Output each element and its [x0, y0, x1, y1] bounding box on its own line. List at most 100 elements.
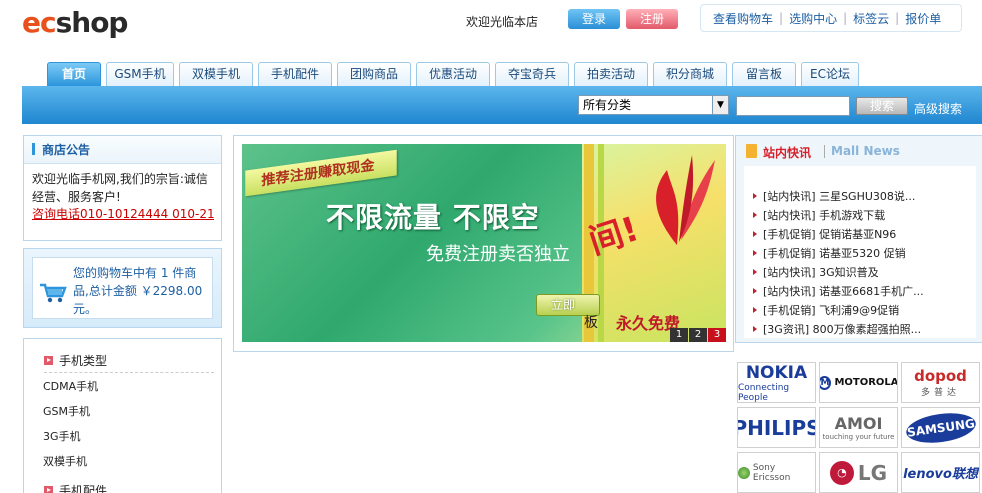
login-button[interactable]: 登录 [568, 9, 620, 29]
news-item-text: [手机促销] 飞利浦9@9促销 [763, 304, 900, 317]
banner-page-3[interactable]: 3 [708, 328, 726, 342]
category-select[interactable]: 所有分类 ▼ [578, 95, 729, 115]
arrow-right-icon [44, 356, 53, 365]
news-item-text: [手机促销] 诺基亚5320 促销 [763, 247, 906, 260]
quote-link[interactable]: 报价单 [905, 10, 941, 27]
brand-amoi-text: AMOI [834, 414, 883, 433]
news-item-text: [站内快讯] 诺基亚6681手机广... [763, 285, 924, 298]
page: ecshop 欢迎光临本店 登录 注册 查看购物车 | 选购中心 | 标签云 | 报价… [0, 0, 982, 493]
tag-cloud-link[interactable]: 标签云 [853, 10, 889, 27]
arrow-right-icon [753, 269, 757, 275]
banner-pager: 1 2 3 [669, 328, 726, 342]
cart-summary[interactable]: 您的购物车中有 1 件商品,总计金额 ￥2298.00元。 [32, 257, 213, 319]
banner-box: 推荐注册赚取现金 不限流量 不限空 免费注册卖否独立 间! 立即 板 永久免费 … [233, 135, 734, 352]
brand-lenovo-name: lenovo联想 [903, 467, 978, 482]
site-logo[interactable]: ecshop [22, 6, 129, 39]
arrow-right-icon [44, 486, 53, 493]
arrow-right-icon [753, 326, 757, 332]
news-item[interactable]: [站内快讯] 3G知识普及 [753, 264, 879, 280]
search-button[interactable]: 搜索 [856, 97, 908, 115]
brand-lg-name: LG [857, 460, 888, 485]
brand-nokia-slogan: Connecting People [738, 382, 790, 403]
category-item[interactable]: GSM手机 [43, 403, 90, 419]
cart-box: 您的购物车中有 1 件商品,总计金额 ￥2298.00元。 [23, 248, 222, 328]
banner-text-ban: 板 [584, 315, 598, 331]
news-item-text: [站内快讯] 三星SGHU308说... [763, 190, 916, 203]
brand-nokia-name: NOKIA [745, 362, 808, 383]
brand-philips[interactable]: PHILIPS [737, 407, 816, 448]
tab-dual-mode[interactable]: 双模手机 [179, 62, 253, 86]
news-item-text: [手机促销] 促销诺基亚N96 [763, 228, 897, 241]
notice-title-text: 商店公告 [42, 143, 91, 157]
news-icon [746, 144, 757, 158]
search-input[interactable] [736, 96, 850, 116]
shopping-cart-icon [40, 283, 67, 303]
category-heading[interactable]: 手机类型 [44, 352, 107, 369]
brand-motorola[interactable]: M MOTOROLA [819, 362, 898, 403]
news-item[interactable]: [3G资讯] 800万像素超强拍照... [753, 321, 921, 337]
tab-promotions[interactable]: 优惠活动 [416, 62, 490, 86]
view-cart-link[interactable]: 查看购物车 [713, 10, 773, 27]
tab-points-mall[interactable]: 积分商城 [653, 62, 727, 86]
tab-accessories[interactable]: 手机配件 [258, 62, 332, 86]
top-links: 查看购物车 | 选购中心 | 标签云 | 报价单 [700, 4, 962, 32]
notice-phone[interactable]: 咨询电话010-10124444 010-21252 [24, 206, 214, 222]
brand-amoi[interactable]: AMOI touching your future [819, 407, 898, 448]
welcome-text: 欢迎光临本店 [466, 15, 539, 29]
tab-gsm[interactable]: GSM手机 [106, 62, 174, 86]
news-item[interactable]: [站内快讯] 诺基亚6681手机广... [753, 283, 924, 299]
banner-subline: 免费注册卖否独立 [426, 244, 570, 265]
brand-lg[interactable]: ◔ LG [819, 452, 898, 493]
news-list: [站内快讯] 三星SGHU308说... [站内快讯] 手机游戏下载 [手机促销… [744, 166, 976, 338]
advanced-search-link[interactable]: 高级搜索 [914, 100, 962, 117]
banner-page-1[interactable]: 1 [670, 328, 688, 342]
news-item[interactable]: [手机促销] 飞利浦9@9促销 [753, 302, 899, 318]
lg-logo-icon: ◔ [829, 460, 854, 485]
chevron-down-icon[interactable]: ▼ [712, 96, 728, 114]
brand-lenovo[interactable]: lenovo联想 [901, 452, 980, 493]
tab-auction[interactable]: 拍卖活动 [574, 62, 648, 86]
brand-dopod-name: dopod [914, 367, 967, 385]
brand-amoi-slogan: touching your future [822, 433, 895, 441]
news-item[interactable]: [站内快讯] 手机游戏下载 [753, 207, 885, 223]
news-item[interactable]: [站内快讯] 三星SGHU308说... [753, 188, 915, 204]
register-button[interactable]: 注册 [626, 9, 678, 29]
promo-banner[interactable]: 推荐注册赚取现金 不限流量 不限空 免费注册卖否独立 间! 立即 板 永久免费 … [242, 144, 726, 342]
news-item[interactable]: [手机促销] 诺基亚5320 促销 [753, 245, 906, 261]
category-heading[interactable]: 手机配件 [44, 482, 107, 493]
banner-headline: 不限流量 不限空 [326, 201, 540, 234]
link-separator: | [779, 11, 784, 25]
brand-nokia[interactable]: NOKIA Connecting People [737, 362, 816, 403]
category-item[interactable]: 3G手机 [43, 428, 81, 444]
brand-samsung-name: SAMSUNG [903, 408, 978, 447]
banner-tag: 推荐注册赚取现金 [245, 149, 397, 197]
arrow-right-icon [753, 250, 757, 256]
brand-dopod[interactable]: dopod 多普达 [901, 362, 980, 403]
banner-page-2[interactable]: 2 [689, 328, 707, 342]
notice-text: 欢迎光临手机网,我们的宗旨:诚信经营、服务客户! [32, 172, 208, 204]
category-item[interactable]: CDMA手机 [43, 378, 98, 394]
news-title-zh: 站内快讯 [763, 146, 812, 160]
sony-ericsson-logo-icon [738, 466, 750, 479]
arrow-right-icon [753, 288, 757, 294]
news-item-text: [站内快讯] 3G知识普及 [763, 266, 879, 279]
title-mark-icon [32, 143, 35, 155]
tab-message-board[interactable]: 留言板 [732, 62, 796, 86]
category-heading-text: 手机配件 [59, 484, 108, 493]
arrow-right-icon [753, 307, 757, 313]
notice-title: 商店公告 [24, 136, 221, 164]
category-item[interactable]: 双模手机 [43, 453, 87, 469]
brand-samsung[interactable]: SAMSUNG [901, 407, 980, 448]
tab-home[interactable]: 首页 [47, 62, 101, 86]
news-item[interactable]: [手机促销] 促销诺基亚N96 [753, 226, 896, 242]
brand-sony-ericsson[interactable]: Sony Ericsson [737, 452, 816, 493]
tab-group-buy[interactable]: 团购商品 [337, 62, 411, 86]
shopping-center-link[interactable]: 选购中心 [789, 10, 837, 27]
notice-box: 商店公告 欢迎光临手机网,我们的宗旨:诚信经营、服务客户! 咨询电话010-10… [23, 135, 222, 241]
tab-snatch[interactable]: 夺宝奇兵 [495, 62, 569, 86]
tab-ec-forum[interactable]: EC论坛 [801, 62, 859, 86]
brand-grid: NOKIA Connecting People M MOTOROLA dopod … [735, 360, 982, 493]
logo-shop: shop [55, 6, 129, 39]
category-box: 手机类型 CDMA手机 GSM手机 3G手机 双模手机 手机配件 [23, 338, 222, 493]
arrow-right-icon [753, 193, 757, 199]
